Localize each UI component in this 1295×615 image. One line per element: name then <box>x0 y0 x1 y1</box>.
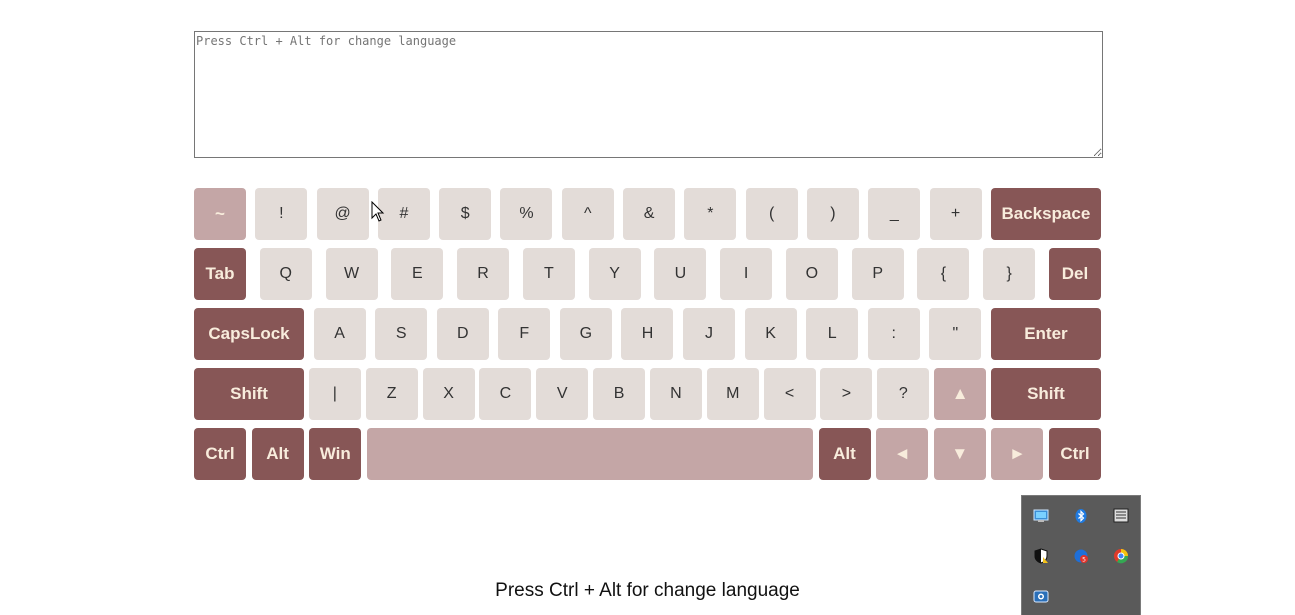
keyboard-row-4: Shift | Z X C V B N M < > ? ▲ Shift <box>194 368 1101 420</box>
key-arrow-up[interactable]: ▲ <box>934 368 987 420</box>
key-e[interactable]: E <box>391 248 444 300</box>
key-win[interactable]: Win <box>309 428 362 480</box>
key-brace-close[interactable]: } <box>983 248 1036 300</box>
key-f[interactable]: F <box>498 308 551 360</box>
key-x[interactable]: X <box>422 368 475 420</box>
keyboard-row-2: Tab Q W E R T Y U I O P { } Del <box>194 248 1101 300</box>
key-space[interactable] <box>366 428 813 480</box>
notification-app-icon[interactable]: 5 <box>1073 548 1089 564</box>
key-s[interactable]: S <box>375 308 428 360</box>
key-ampersand[interactable]: & <box>623 188 676 240</box>
key-arrow-right[interactable]: ► <box>991 428 1044 480</box>
key-arrow-down[interactable]: ▼ <box>933 428 986 480</box>
system-tray-popup: 5 <box>1021 495 1141 615</box>
key-shift-right[interactable]: Shift <box>990 368 1101 420</box>
key-j[interactable]: J <box>683 308 736 360</box>
key-asterisk[interactable]: * <box>684 188 737 240</box>
key-q[interactable]: Q <box>259 248 312 300</box>
key-capslock[interactable]: CapsLock <box>194 308 304 360</box>
network-monitor-icon[interactable] <box>1033 508 1049 524</box>
key-pipe[interactable]: | <box>308 368 361 420</box>
display-icon[interactable] <box>1113 508 1129 524</box>
bluetooth-icon[interactable] <box>1073 508 1089 524</box>
key-z[interactable]: Z <box>365 368 418 420</box>
key-ctrl-left[interactable]: Ctrl <box>194 428 246 480</box>
camera-icon[interactable] <box>1033 588 1049 604</box>
key-underscore[interactable]: _ <box>868 188 921 240</box>
key-p[interactable]: P <box>851 248 904 300</box>
security-shield-icon[interactable] <box>1033 548 1049 564</box>
keyboard-row-5: Ctrl Alt Win Alt ◄ ▼ ► Ctrl <box>194 428 1101 480</box>
key-a[interactable]: A <box>313 308 366 360</box>
key-y[interactable]: Y <box>588 248 641 300</box>
key-enter[interactable]: Enter <box>990 308 1101 360</box>
key-t[interactable]: T <box>522 248 575 300</box>
key-shift-left[interactable]: Shift <box>194 368 304 420</box>
key-o[interactable]: O <box>785 248 838 300</box>
virtual-keyboard: ~ ! @ # $ % ^ & * ( ) _ + Backspace Tab … <box>194 188 1101 488</box>
key-c[interactable]: C <box>479 368 532 420</box>
key-percent[interactable]: % <box>500 188 553 240</box>
key-k[interactable]: K <box>744 308 797 360</box>
key-v[interactable]: V <box>536 368 589 420</box>
key-paren-close[interactable]: ) <box>806 188 859 240</box>
key-h[interactable]: H <box>621 308 674 360</box>
key-tilde[interactable]: ~ <box>194 188 246 240</box>
key-r[interactable]: R <box>457 248 510 300</box>
text-input-area[interactable] <box>194 31 1103 158</box>
key-l[interactable]: L <box>806 308 859 360</box>
key-alt-left[interactable]: Alt <box>251 428 304 480</box>
key-colon[interactable]: : <box>867 308 920 360</box>
key-n[interactable]: N <box>649 368 702 420</box>
key-greater-than[interactable]: > <box>820 368 873 420</box>
key-at[interactable]: @ <box>316 188 369 240</box>
key-hash[interactable]: # <box>377 188 430 240</box>
mouse-cursor-icon <box>371 201 385 222</box>
browser-icon[interactable] <box>1113 548 1129 564</box>
key-paren-open[interactable]: ( <box>745 188 798 240</box>
key-b[interactable]: B <box>593 368 646 420</box>
key-plus[interactable]: + <box>929 188 982 240</box>
key-tab[interactable]: Tab <box>194 248 246 300</box>
key-backspace[interactable]: Backspace <box>990 188 1101 240</box>
key-g[interactable]: G <box>559 308 612 360</box>
key-alt-right[interactable]: Alt <box>818 428 871 480</box>
key-caret[interactable]: ^ <box>561 188 614 240</box>
key-u[interactable]: U <box>654 248 707 300</box>
key-ctrl-right[interactable]: Ctrl <box>1049 428 1101 480</box>
key-m[interactable]: M <box>706 368 759 420</box>
key-w[interactable]: W <box>325 248 378 300</box>
page: ~ ! @ # $ % ^ & * ( ) _ + Backspace Tab … <box>0 0 1295 615</box>
key-del[interactable]: Del <box>1048 248 1101 300</box>
keyboard-row-3: CapsLock A S D F G H J K L : " Enter <box>194 308 1101 360</box>
key-dollar[interactable]: $ <box>439 188 492 240</box>
key-quote[interactable]: " <box>929 308 982 360</box>
key-question[interactable]: ? <box>877 368 930 420</box>
key-arrow-left[interactable]: ◄ <box>876 428 929 480</box>
key-exclamation[interactable]: ! <box>255 188 308 240</box>
keyboard-row-1: ~ ! @ # $ % ^ & * ( ) _ + Backspace <box>194 188 1101 240</box>
key-less-than[interactable]: < <box>763 368 816 420</box>
key-brace-open[interactable]: { <box>917 248 970 300</box>
key-d[interactable]: D <box>436 308 489 360</box>
svg-text:5: 5 <box>1082 557 1086 564</box>
key-i[interactable]: I <box>720 248 773 300</box>
